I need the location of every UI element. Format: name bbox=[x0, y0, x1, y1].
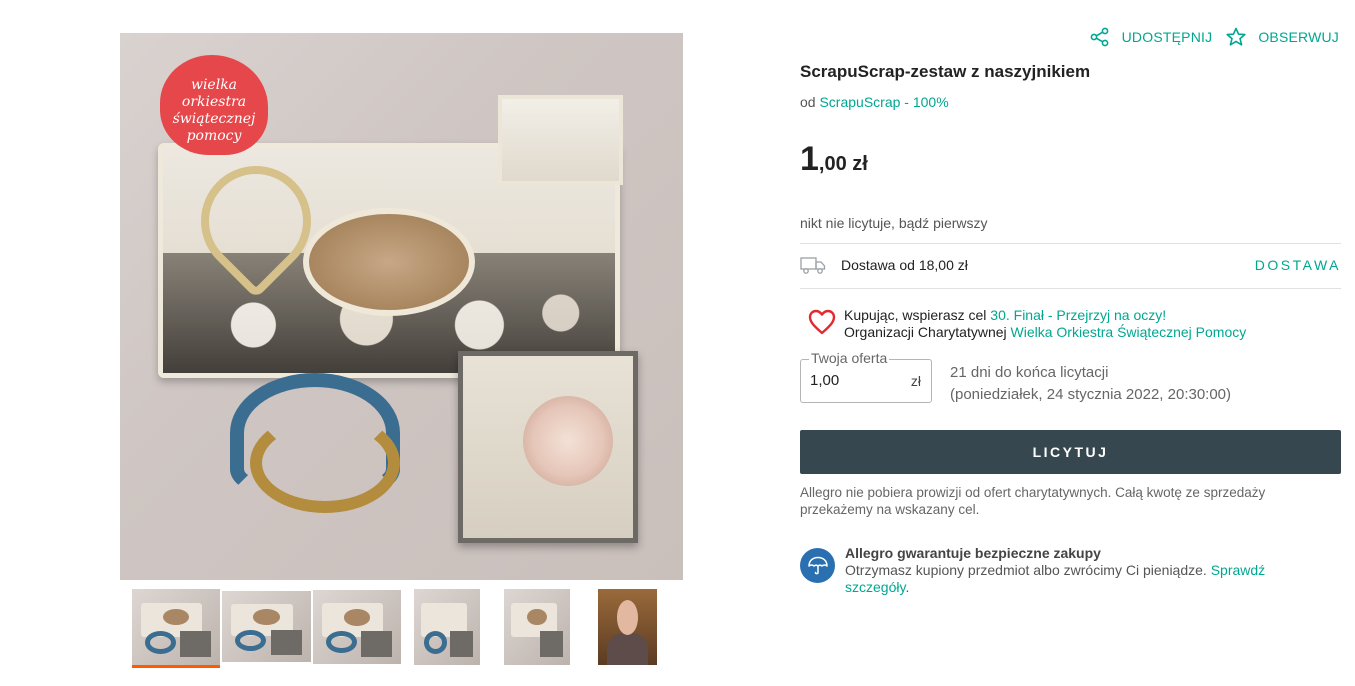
time-left-text: 21 dni do końca licytacji bbox=[950, 364, 1109, 381]
seller-line: od ScrapuScrap - 100% bbox=[800, 94, 949, 110]
guarantee-body: Otrzymasz kupiony przedmiot albo zwrócim… bbox=[845, 562, 1295, 596]
offer-input[interactable] bbox=[810, 372, 900, 389]
card-box-illustration bbox=[458, 351, 638, 543]
commission-note: Allegro nie pobiera prowizji od ofert ch… bbox=[800, 485, 1266, 517]
product-title: ScrapuScrap-zestaw z naszyjnikiem bbox=[800, 62, 1091, 81]
rose-decoration bbox=[523, 396, 613, 486]
watch-label: OBSERWUJ bbox=[1258, 29, 1339, 45]
charity-org-link[interactable]: Wielka Orkiestra Świątecznej Pomocy bbox=[1011, 324, 1247, 340]
thumbnail-3[interactable] bbox=[313, 590, 401, 664]
charity-goal-link[interactable]: 30. Finał - Przejrzyj na oczy! bbox=[990, 307, 1166, 323]
charity-org-prefix: Organizacji Charytatywnej bbox=[844, 324, 1007, 340]
small-box-illustration bbox=[498, 95, 623, 185]
top-actions: UDOSTĘPNIJ OBSERWUJ bbox=[1076, 27, 1339, 47]
thumbnail-4[interactable] bbox=[414, 589, 480, 665]
thumbnail-2[interactable] bbox=[222, 591, 311, 662]
wosp-badge: wielka orkiestra świątecznej pomocy bbox=[160, 55, 268, 155]
delivery-text: Dostawa od 18,00 zł bbox=[841, 257, 968, 273]
share-button[interactable]: UDOSTĘPNIJ bbox=[1090, 27, 1213, 47]
umbrella-icon bbox=[800, 548, 835, 583]
bid-button[interactable]: LICYTUJ bbox=[800, 430, 1341, 474]
necklace-illustration bbox=[250, 413, 400, 513]
badge-line-2: świątecznej bbox=[172, 111, 256, 127]
thumbnail-5[interactable] bbox=[504, 589, 570, 665]
price-rest: ,00 zł bbox=[818, 153, 868, 175]
guarantee-text: Otrzymasz kupiony przedmiot albo zwrócim… bbox=[845, 562, 1207, 578]
charity-info: Kupując, wspierasz cel 30. Finał - Przej… bbox=[808, 307, 1246, 341]
thumbnail-6[interactable] bbox=[598, 589, 657, 665]
badge-line-1: wielka orkiestra bbox=[181, 77, 247, 110]
star-icon bbox=[1226, 27, 1246, 46]
guarantee-title: Allegro gwarantuje bezpieczne zakupy bbox=[845, 545, 1101, 561]
delivery-link[interactable]: DOSTAWA bbox=[1255, 257, 1341, 273]
bid-status: nikt nie licytuje, bądź pierwszy bbox=[800, 215, 988, 231]
seller-prefix: od bbox=[800, 94, 816, 110]
charity-line-1: Kupując, wspierasz cel 30. Finał - Przej… bbox=[844, 307, 1246, 324]
tissue-box-opening bbox=[303, 208, 475, 316]
guarantee-suffix: . bbox=[905, 579, 910, 595]
watch-button[interactable]: OBSERWUJ bbox=[1226, 27, 1339, 47]
guarantee-info: Allegro gwarantuje bezpieczne zakupy Otr… bbox=[800, 545, 1295, 596]
main-product-photo[interactable]: wielka orkiestra świątecznej pomocy bbox=[120, 33, 683, 580]
offer-label: Twoja oferta bbox=[809, 350, 890, 366]
offer-field: Twoja oferta zł bbox=[800, 350, 932, 403]
charity-prefix: Kupując, wspierasz cel bbox=[844, 307, 987, 323]
offer-currency: zł bbox=[910, 373, 921, 389]
share-icon bbox=[1090, 27, 1109, 47]
badge-line-3: pomocy bbox=[186, 128, 242, 144]
truck-icon bbox=[800, 257, 826, 274]
seller-link[interactable]: ScrapuScrap - 100% bbox=[819, 94, 948, 110]
divider-top bbox=[800, 243, 1341, 244]
auction-time: 21 dni do końca licytacji (poniedziałek,… bbox=[950, 362, 1231, 406]
divider-bottom bbox=[800, 288, 1341, 289]
charity-heart-icon bbox=[808, 309, 836, 335]
share-label: UDOSTĘPNIJ bbox=[1121, 29, 1213, 45]
charity-line-2: Organizacji Charytatywnej Wielka Orkiest… bbox=[844, 324, 1246, 341]
thumbnail-1[interactable] bbox=[132, 589, 220, 665]
delivery-row: Dostawa od 18,00 zł DOSTAWA bbox=[800, 252, 1341, 278]
price-main: 1 bbox=[800, 140, 819, 178]
end-date-text: (poniedziałek, 24 stycznia 2022, 20:30:0… bbox=[950, 386, 1232, 403]
price: 1,00 zł bbox=[800, 140, 868, 179]
active-thumbnail-indicator bbox=[132, 665, 220, 668]
